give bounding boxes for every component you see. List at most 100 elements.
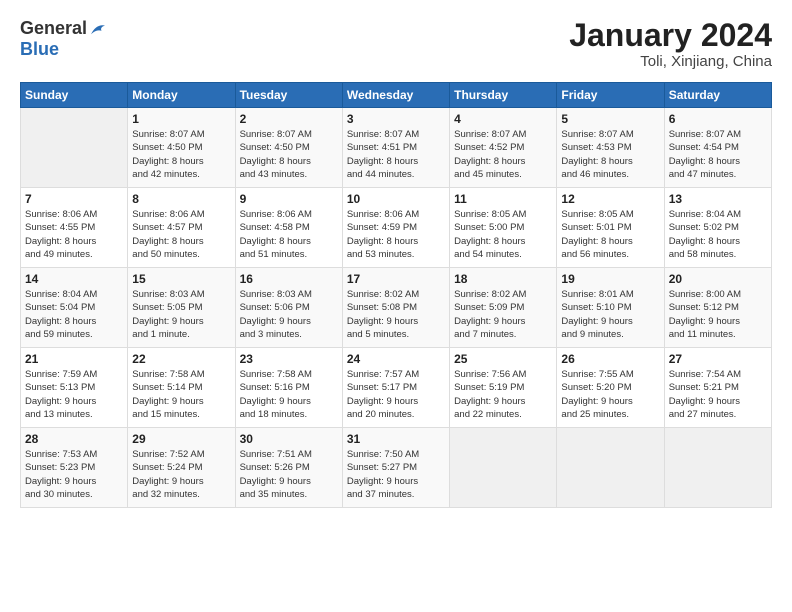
day-number: 19 bbox=[561, 272, 659, 286]
column-header-tuesday: Tuesday bbox=[235, 83, 342, 108]
day-info: Sunrise: 8:00 AMSunset: 5:12 PMDaylight:… bbox=[669, 288, 767, 341]
day-number: 2 bbox=[240, 112, 338, 126]
calendar-cell: 24 Sunrise: 7:57 AMSunset: 5:17 PMDayligh… bbox=[342, 348, 449, 428]
calendar-cell: 6Sunrise: 8:07 AMSunset: 4:54 PMDaylight… bbox=[664, 108, 771, 188]
calendar-cell: 1Sunrise: 8:07 AMSunset: 4:50 PMDaylight… bbox=[128, 108, 235, 188]
day-info: Sunrise: 8:03 AMSunset: 5:06 PMDaylight:… bbox=[240, 288, 338, 341]
calendar-cell: 4 Sunrise: 8:07 AMSunset: 4:52 PMDaylight… bbox=[450, 108, 557, 188]
day-info: Sunrise: 8:06 AMSunset: 4:58 PMDaylight:… bbox=[240, 208, 338, 261]
calendar-cell: 7 Sunrise: 8:06 AMSunset: 4:55 PMDaylight… bbox=[21, 188, 128, 268]
day-number: 21 bbox=[25, 352, 123, 366]
day-info: Sunrise: 7:52 AMSunset: 5:24 PMDaylight:… bbox=[132, 448, 230, 501]
day-info: Sunrise: 8:06 AMSunset: 4:55 PMDaylight:… bbox=[25, 208, 123, 261]
day-number: 29 bbox=[132, 432, 230, 446]
calendar-cell: 28 Sunrise: 7:53 AMSunset: 5:23 PMDayligh… bbox=[21, 428, 128, 508]
day-number: 7 bbox=[25, 192, 123, 206]
column-header-monday: Monday bbox=[128, 83, 235, 108]
logo-general: General bbox=[20, 18, 87, 39]
day-info: Sunrise: 7:58 AMSunset: 5:16 PMDaylight:… bbox=[240, 368, 338, 421]
day-info: Sunrise: 8:07 AMSunset: 4:53 PMDaylight:… bbox=[561, 128, 659, 181]
day-number: 31 bbox=[347, 432, 445, 446]
day-number: 3 bbox=[347, 112, 445, 126]
day-info: Sunrise: 8:01 AMSunset: 5:10 PMDaylight:… bbox=[561, 288, 659, 341]
day-number: 5 bbox=[561, 112, 659, 126]
day-info: Sunrise: 8:05 AMSunset: 5:00 PMDaylight:… bbox=[454, 208, 552, 261]
column-header-sunday: Sunday bbox=[21, 83, 128, 108]
week-row-3: 14Sunrise: 8:04 AMSunset: 5:04 PMDayligh… bbox=[21, 268, 772, 348]
day-info: Sunrise: 8:05 AMSunset: 5:01 PMDaylight:… bbox=[561, 208, 659, 261]
day-number: 17 bbox=[347, 272, 445, 286]
calendar-cell: 12 Sunrise: 8:05 AMSunset: 5:01 PMDayligh… bbox=[557, 188, 664, 268]
calendar-cell: 18 Sunrise: 8:02 AMSunset: 5:09 PMDayligh… bbox=[450, 268, 557, 348]
day-number: 6 bbox=[669, 112, 767, 126]
day-number: 20 bbox=[669, 272, 767, 286]
calendar-cell: 14Sunrise: 8:04 AMSunset: 5:04 PMDayligh… bbox=[21, 268, 128, 348]
calendar-cell bbox=[450, 428, 557, 508]
day-number: 18 bbox=[454, 272, 552, 286]
day-number: 22 bbox=[132, 352, 230, 366]
day-info: Sunrise: 7:55 AMSunset: 5:20 PMDaylight:… bbox=[561, 368, 659, 421]
week-row-4: 21 Sunrise: 7:59 AMSunset: 5:13 PMDayligh… bbox=[21, 348, 772, 428]
day-info: Sunrise: 7:59 AMSunset: 5:13 PMDaylight:… bbox=[25, 368, 123, 421]
calendar-cell: 13Sunrise: 8:04 AMSunset: 5:02 PMDayligh… bbox=[664, 188, 771, 268]
calendar-table: SundayMondayTuesdayWednesdayThursdayFrid… bbox=[20, 82, 772, 508]
day-number: 27 bbox=[669, 352, 767, 366]
calendar-cell: 27 Sunrise: 7:54 AMSunset: 5:21 PMDayligh… bbox=[664, 348, 771, 428]
location-subtitle: Toli, Xinjiang, China bbox=[569, 53, 772, 70]
column-header-wednesday: Wednesday bbox=[342, 83, 449, 108]
day-number: 30 bbox=[240, 432, 338, 446]
day-info: Sunrise: 8:03 AMSunset: 5:05 PMDaylight:… bbox=[132, 288, 230, 341]
calendar-cell: 21 Sunrise: 7:59 AMSunset: 5:13 PMDayligh… bbox=[21, 348, 128, 428]
logo-bird-icon bbox=[89, 22, 107, 36]
calendar-cell: 31 Sunrise: 7:50 AMSunset: 5:27 PMDayligh… bbox=[342, 428, 449, 508]
day-info: Sunrise: 7:53 AMSunset: 5:23 PMDaylight:… bbox=[25, 448, 123, 501]
day-info: Sunrise: 8:02 AMSunset: 5:09 PMDaylight:… bbox=[454, 288, 552, 341]
day-number: 4 bbox=[454, 112, 552, 126]
logo: General Blue bbox=[20, 18, 107, 60]
day-info: Sunrise: 8:07 AMSunset: 4:51 PMDaylight:… bbox=[347, 128, 445, 181]
calendar-cell: 8 Sunrise: 8:06 AMSunset: 4:57 PMDaylight… bbox=[128, 188, 235, 268]
day-info: Sunrise: 8:06 AMSunset: 4:59 PMDaylight:… bbox=[347, 208, 445, 261]
calendar-cell: 16 Sunrise: 8:03 AMSunset: 5:06 PMDayligh… bbox=[235, 268, 342, 348]
day-info: Sunrise: 7:50 AMSunset: 5:27 PMDaylight:… bbox=[347, 448, 445, 501]
calendar-cell: 2 Sunrise: 8:07 AMSunset: 4:50 PMDaylight… bbox=[235, 108, 342, 188]
day-info: Sunrise: 7:56 AMSunset: 5:19 PMDaylight:… bbox=[454, 368, 552, 421]
month-title: January 2024 bbox=[569, 18, 772, 53]
day-number: 16 bbox=[240, 272, 338, 286]
day-number: 12 bbox=[561, 192, 659, 206]
calendar-cell: 22 Sunrise: 7:58 AMSunset: 5:14 PMDayligh… bbox=[128, 348, 235, 428]
day-info: Sunrise: 8:07 AMSunset: 4:52 PMDaylight:… bbox=[454, 128, 552, 181]
day-number: 11 bbox=[454, 192, 552, 206]
calendar-cell: 15Sunrise: 8:03 AMSunset: 5:05 PMDayligh… bbox=[128, 268, 235, 348]
day-info: Sunrise: 8:07 AMSunset: 4:50 PMDaylight:… bbox=[240, 128, 338, 181]
main-container: General Blue January 2024 Toli, Xinjiang… bbox=[0, 0, 792, 518]
calendar-cell: 3 Sunrise: 8:07 AMSunset: 4:51 PMDaylight… bbox=[342, 108, 449, 188]
day-info: Sunrise: 7:57 AMSunset: 5:17 PMDaylight:… bbox=[347, 368, 445, 421]
calendar-cell: 9Sunrise: 8:06 AMSunset: 4:58 PMDaylight… bbox=[235, 188, 342, 268]
day-info: Sunrise: 8:06 AMSunset: 4:57 PMDaylight:… bbox=[132, 208, 230, 261]
day-number: 25 bbox=[454, 352, 552, 366]
calendar-cell bbox=[664, 428, 771, 508]
calendar-cell bbox=[557, 428, 664, 508]
calendar-cell: 23Sunrise: 7:58 AMSunset: 5:16 PMDayligh… bbox=[235, 348, 342, 428]
day-number: 13 bbox=[669, 192, 767, 206]
day-info: Sunrise: 8:04 AMSunset: 5:04 PMDaylight:… bbox=[25, 288, 123, 341]
column-header-thursday: Thursday bbox=[450, 83, 557, 108]
logo-text: General bbox=[20, 18, 107, 39]
day-info: Sunrise: 8:07 AMSunset: 4:50 PMDaylight:… bbox=[132, 128, 230, 181]
title-block: January 2024 Toli, Xinjiang, China bbox=[569, 18, 772, 70]
header: General Blue January 2024 Toli, Xinjiang… bbox=[20, 18, 772, 70]
calendar-cell: 5 Sunrise: 8:07 AMSunset: 4:53 PMDaylight… bbox=[557, 108, 664, 188]
calendar-cell bbox=[21, 108, 128, 188]
day-number: 8 bbox=[132, 192, 230, 206]
day-number: 24 bbox=[347, 352, 445, 366]
calendar-cell: 10 Sunrise: 8:06 AMSunset: 4:59 PMDayligh… bbox=[342, 188, 449, 268]
day-info: Sunrise: 7:54 AMSunset: 5:21 PMDaylight:… bbox=[669, 368, 767, 421]
day-info: Sunrise: 7:58 AMSunset: 5:14 PMDaylight:… bbox=[132, 368, 230, 421]
day-info: Sunrise: 8:02 AMSunset: 5:08 PMDaylight:… bbox=[347, 288, 445, 341]
day-number: 28 bbox=[25, 432, 123, 446]
week-row-2: 7 Sunrise: 8:06 AMSunset: 4:55 PMDaylight… bbox=[21, 188, 772, 268]
header-row: SundayMondayTuesdayWednesdayThursdayFrid… bbox=[21, 83, 772, 108]
column-header-saturday: Saturday bbox=[664, 83, 771, 108]
day-number: 10 bbox=[347, 192, 445, 206]
